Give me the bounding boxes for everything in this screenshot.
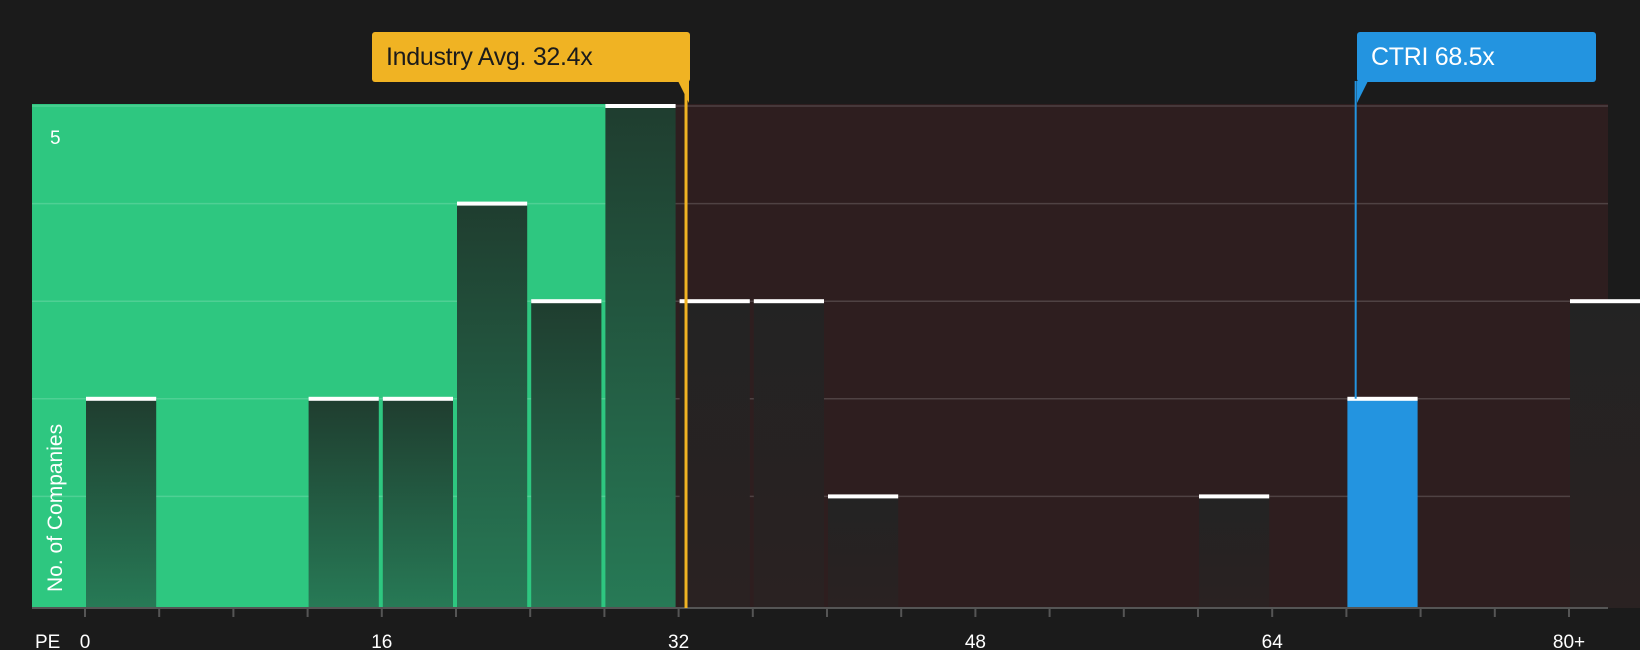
company-pe-label: CTRI 68.5x <box>1371 43 1495 71</box>
bar-40 <box>828 496 899 608</box>
x-axis: 0 16 32 48 64 80+ <box>32 607 1608 650</box>
bar-28 <box>605 106 676 608</box>
bar-top-60 <box>1199 494 1270 499</box>
bar-top-32 <box>679 299 750 304</box>
bar-20 <box>457 203 528 608</box>
bar-36 <box>753 301 824 608</box>
bar-16 <box>382 398 453 608</box>
x-tick-label-64: 64 <box>1262 632 1284 650</box>
bar-top-40 <box>828 494 899 499</box>
x-tick-label-16: 16 <box>371 632 392 650</box>
bar-top-36 <box>753 299 824 304</box>
bar-top-80 <box>1570 299 1640 304</box>
bar-top-16 <box>382 396 453 401</box>
x-axis-title: PE <box>35 632 60 650</box>
bar-80 <box>1570 301 1640 608</box>
x-tick-label-48: 48 <box>965 632 986 650</box>
industry-average-callout: Industry Avg. 32.4x <box>372 32 690 82</box>
bar-top-12 <box>308 396 379 401</box>
bar-top-28 <box>605 104 676 108</box>
bar-60 <box>1199 496 1270 608</box>
bar-12 <box>308 398 379 608</box>
y-axis-title: No. of Companies <box>44 424 67 592</box>
bar-32 <box>679 301 750 608</box>
bar-top-68 <box>1347 396 1418 401</box>
pe-histogram-chart: 0 16 32 48 64 80+ PE 5 No. of Companies <box>32 81 1640 650</box>
x-tick-label-80plus: 80+ <box>1553 632 1585 650</box>
bar-24 <box>531 301 602 608</box>
bar-top-0 <box>86 396 157 401</box>
bar-top-24 <box>531 299 602 304</box>
x-tick-label-32: 32 <box>668 632 689 650</box>
bar-68 <box>1347 398 1418 608</box>
company-pe-callout-pointer <box>1357 81 1368 103</box>
x-tick-label-0: 0 <box>80 632 91 650</box>
bar-0 <box>86 398 157 608</box>
bar-top-20 <box>457 201 528 206</box>
industry-average-label: Industry Avg. 32.4x <box>386 43 593 71</box>
y-tick-label-5: 5 <box>50 128 61 149</box>
company-pe-callout: CTRI 68.5x <box>1357 32 1596 82</box>
industry-average-callout-pointer <box>678 81 689 103</box>
